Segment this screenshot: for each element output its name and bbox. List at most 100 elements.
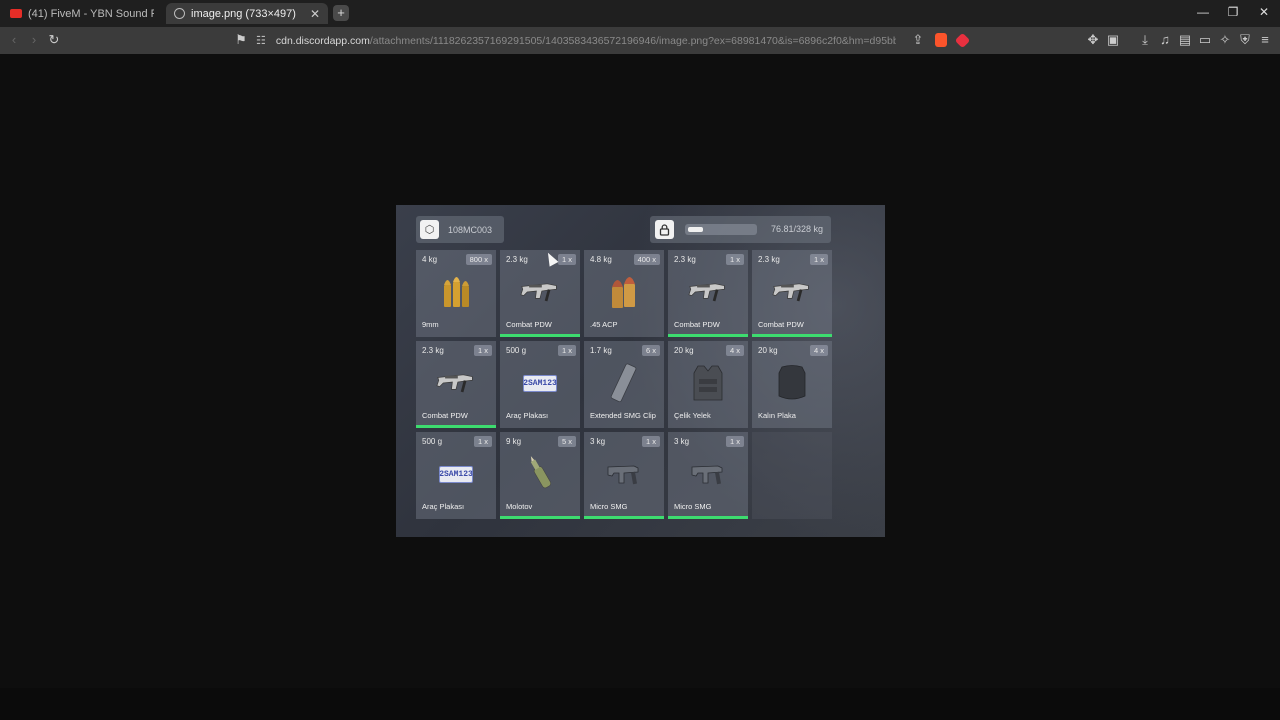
- maximize-button[interactable]: ❐: [1223, 5, 1243, 19]
- smg-icon: [688, 272, 728, 312]
- tab-title: (41) FiveM - YBN Sound Pack V4 | Re: [28, 7, 154, 20]
- durability-bar: [668, 334, 748, 337]
- close-window-button[interactable]: ✕: [1254, 5, 1274, 19]
- item-weight: 2.3 kg: [674, 255, 696, 264]
- downloads-icon[interactable]: ⤓: [1137, 32, 1153, 48]
- url-path: /attachments/1118262357169291505/1403583…: [369, 34, 896, 47]
- leo-ai-icon[interactable]: ✧: [1217, 32, 1233, 48]
- lock-icon: [655, 220, 674, 239]
- item-count: 1 x: [809, 254, 828, 265]
- inventory-id-panel: ⬡ 108MC003: [416, 216, 504, 243]
- item-name: Extended SMG Clip: [590, 411, 656, 420]
- tab-youtube[interactable]: (41) FiveM - YBN Sound Pack V4 | Re: [2, 3, 162, 24]
- durability-bar: [416, 425, 496, 428]
- item-weight: 1.7 kg: [590, 346, 612, 355]
- address-bar[interactable]: ☷ cdn.discordapp.com/attachments/1118262…: [256, 30, 974, 51]
- item-weight: 4.8 kg: [590, 255, 612, 264]
- item-name: 9mm: [422, 320, 439, 329]
- inventory-slot[interactable]: 4 kg 800 x 9mm: [416, 250, 496, 337]
- url-host: cdn.discordapp.com: [275, 34, 370, 47]
- item-weight: 4 kg: [422, 255, 438, 264]
- brave-shield-icon[interactable]: [935, 33, 947, 47]
- micro-smg-icon: [604, 454, 644, 494]
- weight-panel: 76.81/328 kg: [650, 216, 831, 243]
- item-name: Combat PDW: [758, 320, 804, 329]
- item-count: 400 x: [633, 254, 660, 265]
- item-name: Micro SMG: [674, 502, 712, 511]
- durability-bar: [500, 334, 580, 337]
- sidebar-icon[interactable]: ▤: [1177, 32, 1193, 48]
- item-weight: 2.3 kg: [422, 346, 444, 355]
- item-weight: 9 kg: [506, 437, 522, 446]
- item-count: 5 x: [557, 436, 576, 447]
- molotov-icon: [520, 454, 560, 494]
- inventory-slot-empty[interactable]: [752, 432, 832, 519]
- weight-bar-fill: [688, 227, 704, 232]
- extensions-icon[interactable]: ✥: [1085, 32, 1101, 48]
- close-tab-icon[interactable]: ✕: [310, 7, 320, 21]
- inventory-slot[interactable]: 20 kg 4 x Çelik Yelek: [668, 341, 748, 428]
- plate-text: 2SAM123: [439, 465, 473, 483]
- tab-title: image.png (733×497): [191, 7, 296, 20]
- reload-icon[interactable]: ↻: [46, 32, 62, 48]
- minimize-button[interactable]: —: [1193, 5, 1213, 19]
- inventory-slot[interactable]: 2.3 kg 1 x Combat PDW: [668, 250, 748, 337]
- url-text: cdn.discordapp.com/attachments/111826235…: [276, 35, 896, 47]
- item-name: Araç Plakası: [422, 502, 465, 511]
- item-count: 1 x: [641, 436, 660, 447]
- menu-icon[interactable]: ≡: [1257, 32, 1273, 48]
- item-count: 1 x: [725, 254, 744, 265]
- inventory-slot[interactable]: 3 kg 1 x Micro SMG: [584, 432, 664, 519]
- inventory-slot[interactable]: 3 kg 1 x Micro SMG: [668, 432, 748, 519]
- license-plate-icon: 2SAM123: [520, 363, 560, 403]
- item-weight: 500 g: [506, 346, 527, 355]
- weight-text: 76.81/328 kg: [770, 224, 823, 234]
- inventory-slot[interactable]: 500 g 1 x 2SAM123 Araç Plakası: [416, 432, 496, 519]
- inventory-slot[interactable]: 1.7 kg 6 x Extended SMG Clip: [584, 341, 664, 428]
- inventory-slot[interactable]: 2.3 kg 1 x Combat PDW: [416, 341, 496, 428]
- item-count: 1 x: [557, 254, 576, 265]
- new-tab-button[interactable]: +: [333, 5, 349, 21]
- forward-icon[interactable]: ›: [26, 32, 42, 48]
- item-count: 4 x: [809, 345, 828, 356]
- box-icon: ⬡: [420, 220, 439, 239]
- inventory-slot[interactable]: 9 kg 5 x Molotov: [500, 432, 580, 519]
- inventory-slot[interactable]: 20 kg 4 x Kalın Plaka: [752, 341, 832, 428]
- screenshot-icon[interactable]: ▣: [1105, 32, 1121, 48]
- item-count: 4 x: [725, 345, 744, 356]
- smg-icon: [436, 363, 476, 403]
- armor-plate-icon: [772, 363, 812, 403]
- item-name: Micro SMG: [590, 502, 628, 511]
- tab-image[interactable]: image.png (733×497) ✕: [166, 3, 328, 24]
- license-plate-icon: 2SAM123: [436, 454, 476, 494]
- item-count: 800 x: [465, 254, 492, 265]
- durability-bar: [584, 516, 664, 519]
- vpn-icon[interactable]: ⛨: [1237, 32, 1253, 48]
- item-name: Combat PDW: [674, 320, 720, 329]
- media-icon[interactable]: ♫: [1157, 32, 1173, 48]
- bookmark-icon[interactable]: ⚑: [233, 32, 249, 48]
- wallet-icon[interactable]: ▭: [1197, 32, 1213, 48]
- share-icon[interactable]: ⇪: [910, 32, 926, 48]
- item-name: .45 ACP: [590, 320, 618, 329]
- inventory-slot[interactable]: 500 g 1 x 2SAM123 Araç Plakası: [500, 341, 580, 428]
- ammo-large-icon: [604, 272, 644, 312]
- weight-bar: [685, 224, 757, 235]
- ammo-icon: [436, 272, 476, 312]
- item-weight: 500 g: [422, 437, 443, 446]
- smg-icon: [772, 272, 812, 312]
- back-icon[interactable]: ‹: [6, 32, 22, 48]
- item-weight: 3 kg: [674, 437, 690, 446]
- item-weight: 2.3 kg: [506, 255, 528, 264]
- item-name: Molotov: [506, 502, 533, 511]
- durability-bar: [500, 516, 580, 519]
- inventory-slot[interactable]: 2.3 kg 1 x Combat PDW: [500, 250, 580, 337]
- plate-text: 2SAM123: [523, 374, 557, 392]
- smg-icon: [520, 272, 560, 312]
- site-settings-icon[interactable]: ☷: [256, 34, 266, 47]
- item-count: 1 x: [473, 436, 492, 447]
- item-count: 1 x: [725, 436, 744, 447]
- inventory-slot[interactable]: 4.8 kg 400 x .45 ACP: [584, 250, 664, 337]
- item-count: 6 x: [641, 345, 660, 356]
- inventory-slot[interactable]: 2.3 kg 1 x Combat PDW: [752, 250, 832, 337]
